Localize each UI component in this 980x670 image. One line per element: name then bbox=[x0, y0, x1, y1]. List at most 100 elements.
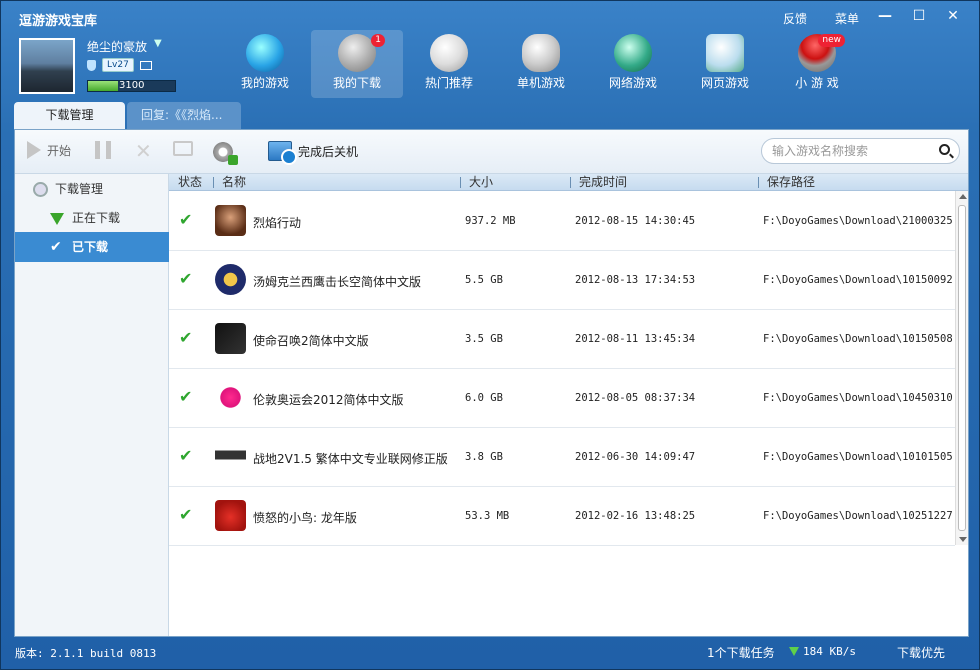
scroll-down-arrow-icon[interactable] bbox=[959, 537, 967, 542]
file-size: 3.5 GB bbox=[465, 333, 503, 345]
folder-icon bbox=[173, 141, 193, 156]
complete-time: 2012-06-30 14:09:47 bbox=[575, 451, 696, 463]
column-header-name[interactable]: 名称 bbox=[222, 174, 246, 191]
tab-download-manager[interactable]: 下载管理 bbox=[14, 102, 125, 129]
start-label: 开始 bbox=[47, 143, 72, 158]
shutdown-label: 完成后关机 bbox=[298, 144, 359, 159]
game-icon bbox=[215, 382, 246, 413]
game-name: 烈焰行动 bbox=[253, 216, 302, 230]
scroll-thumb[interactable] bbox=[958, 205, 966, 531]
minimize-button[interactable]: — bbox=[869, 5, 901, 27]
speed-value: 184 KB/s bbox=[803, 645, 856, 658]
sidebar-item-downloaded[interactable]: ✔ 已下载 bbox=[15, 232, 169, 262]
check-icon: ✔ bbox=[179, 446, 193, 465]
username[interactable]: 绝尘的豪放 bbox=[87, 38, 147, 55]
table-row[interactable]: ✔ 使命召唤2简体中文版 3.5 GB 2012-08-11 13:45:34 … bbox=[169, 310, 955, 369]
save-path: F:\DoyoGames\Download\21000325 bbox=[763, 215, 953, 227]
save-path: F:\DoyoGames\Download\10251227 bbox=[763, 510, 953, 522]
gear-download-icon bbox=[211, 141, 238, 165]
game-name: 战地2V1.5 繁体中文专业联网修正版 bbox=[253, 452, 448, 466]
nav-label: 我的游戏 bbox=[240, 76, 289, 90]
search-input[interactable] bbox=[772, 143, 932, 159]
hot-recommend-icon bbox=[430, 34, 468, 72]
table-row[interactable]: ✔ 烈焰行动 937.2 MB 2012-08-15 14:30:45 F:\D… bbox=[169, 192, 955, 251]
nav-label: 网页游戏 bbox=[700, 76, 749, 90]
toolbar: 开始 ✕ 完成后关机 bbox=[15, 130, 968, 174]
nav-label: 小 游 戏 bbox=[795, 76, 839, 90]
game-name: 汤姆克兰西鹰击长空简体中文版 bbox=[253, 275, 422, 289]
download-settings-button[interactable] bbox=[211, 141, 238, 165]
save-path: F:\DoyoGames\Download\10150092 bbox=[763, 274, 953, 286]
nav-my-downloads[interactable]: 1 我的下载 bbox=[311, 30, 403, 98]
download-arrow-icon bbox=[789, 647, 799, 656]
table-row[interactable]: ✔ 伦敦奥运会2012简体中文版 6.0 GB 2012-08-05 08:37… bbox=[169, 369, 955, 428]
open-folder-button[interactable] bbox=[173, 141, 193, 156]
nav-label: 我的下载 bbox=[332, 76, 381, 90]
column-header-size[interactable]: 大小 bbox=[469, 174, 493, 191]
feedback-link[interactable]: 反馈 bbox=[783, 10, 807, 27]
avatar[interactable] bbox=[19, 38, 75, 94]
save-path: F:\DoyoGames\Download\10450310 bbox=[763, 392, 953, 404]
sidebar-item-downloading[interactable]: 正在下载 bbox=[15, 203, 169, 233]
file-size: 53.3 MB bbox=[465, 510, 510, 522]
download-priority-toggle[interactable]: 下载优先 bbox=[897, 644, 945, 661]
shield-icon bbox=[87, 59, 96, 71]
close-button[interactable]: ✕ bbox=[937, 5, 969, 27]
start-button[interactable]: 开始 bbox=[27, 141, 71, 159]
delete-button[interactable]: ✕ bbox=[135, 141, 152, 161]
table-row[interactable]: ✔ 愤怒的小鸟: 龙年版 53.3 MB 2012-02-16 13:48:25… bbox=[169, 487, 955, 546]
save-path: F:\DoyoGames\Download\10101505 bbox=[763, 451, 953, 463]
complete-time: 2012-08-15 14:30:45 bbox=[575, 215, 696, 227]
vertical-scrollbar[interactable] bbox=[955, 191, 968, 545]
online-game-icon bbox=[614, 34, 652, 72]
delete-icon: ✕ bbox=[135, 139, 152, 163]
sidebar-title-label: 下载管理 bbox=[55, 182, 104, 196]
task-count[interactable]: 1个下载任务 bbox=[707, 644, 775, 661]
mail-icon[interactable] bbox=[139, 60, 152, 70]
sidebar-item-label: 已下载 bbox=[72, 240, 109, 254]
tab-reply[interactable]: 回复:《《烈焰... bbox=[127, 102, 241, 129]
nav-mini-games[interactable]: new 小 游 戏 bbox=[771, 30, 863, 98]
check-icon: ✔ bbox=[179, 210, 193, 229]
nav-label: 网络游戏 bbox=[608, 76, 657, 90]
monitor-power-icon bbox=[268, 141, 297, 165]
column-divider bbox=[570, 177, 571, 188]
notification-badge: 1 bbox=[371, 34, 385, 47]
game-icon bbox=[215, 500, 246, 531]
nav-online-games[interactable]: 网络游戏 bbox=[587, 30, 679, 98]
check-icon: ✔ bbox=[179, 505, 193, 524]
check-icon: ✔ bbox=[179, 328, 193, 347]
top-links: 反馈 菜单 bbox=[783, 10, 859, 27]
sidebar: 下载管理 正在下载 ✔ 已下载 bbox=[15, 174, 169, 636]
complete-time: 2012-02-16 13:48:25 bbox=[575, 510, 696, 522]
file-size: 6.0 GB bbox=[465, 392, 503, 404]
column-header-status[interactable]: 状态 bbox=[178, 174, 202, 191]
pause-button[interactable] bbox=[95, 141, 111, 159]
nav-label: 热门推荐 bbox=[424, 76, 473, 90]
nav-my-games[interactable]: 我的游戏 bbox=[219, 30, 311, 98]
column-header-path[interactable]: 保存路径 bbox=[767, 174, 815, 191]
app-window: 逗游游戏宝库 反馈 菜单 — ☐ ✕ 绝尘的豪放 ▼ Lv27 3100 我的游… bbox=[0, 0, 980, 670]
nav-hot-recommend[interactable]: 热门推荐 bbox=[403, 30, 495, 98]
table-row[interactable]: ✔ 汤姆克兰西鹰击长空简体中文版 5.5 GB 2012-08-13 17:34… bbox=[169, 251, 955, 310]
pause-icon bbox=[95, 141, 111, 159]
table-row[interactable]: ✔ 战地2V1.5 繁体中文专业联网修正版 3.8 GB 2012-06-30 … bbox=[169, 428, 955, 487]
nav-single-games[interactable]: 单机游戏 bbox=[495, 30, 587, 98]
game-name: 伦敦奥运会2012简体中文版 bbox=[253, 393, 404, 407]
nav-web-games[interactable]: 网页游戏 bbox=[679, 30, 771, 98]
complete-time: 2012-08-11 13:45:34 bbox=[575, 333, 696, 345]
tab-bar: 下载管理 回复:《《烈焰... bbox=[14, 102, 241, 129]
shutdown-after-button[interactable]: 完成后关机 bbox=[268, 141, 359, 165]
menu-link[interactable]: 菜单 bbox=[835, 10, 859, 27]
column-divider bbox=[460, 177, 461, 188]
game-icon bbox=[215, 205, 246, 236]
check-icon: ✔ bbox=[50, 239, 62, 255]
column-header-time[interactable]: 完成时间 bbox=[579, 174, 627, 191]
maximize-button[interactable]: ☐ bbox=[903, 5, 935, 27]
check-icon: ✔ bbox=[179, 387, 193, 406]
chevron-down-icon[interactable]: ▼ bbox=[154, 38, 162, 49]
game-icon bbox=[215, 323, 246, 354]
save-path: F:\DoyoGames\Download\10150508 bbox=[763, 333, 953, 345]
scroll-up-arrow-icon[interactable] bbox=[959, 194, 967, 199]
search-icon[interactable] bbox=[939, 144, 950, 155]
